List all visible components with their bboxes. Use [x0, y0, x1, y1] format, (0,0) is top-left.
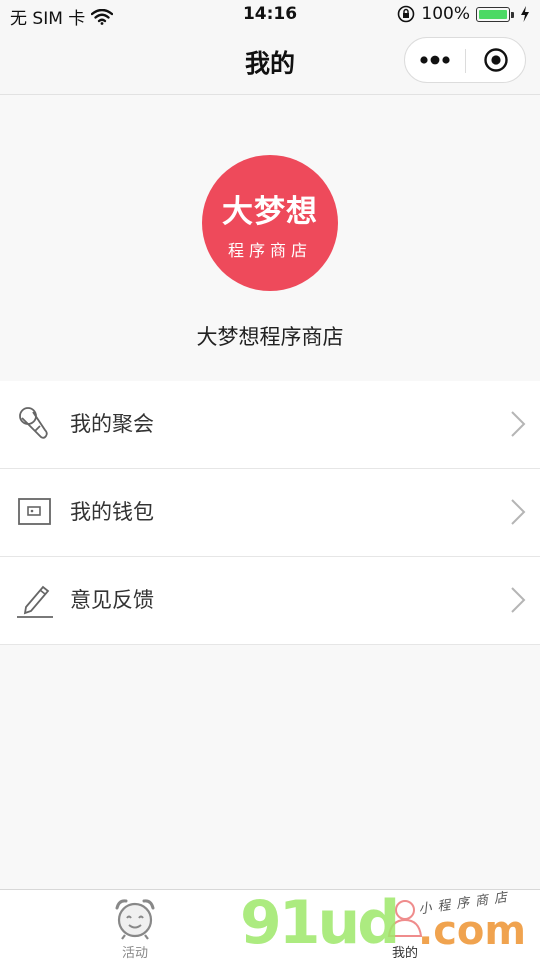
logo-sub-text: 程序商店: [227, 240, 312, 260]
orientation-lock-icon: [398, 5, 415, 23]
menu-item-wallet[interactable]: 我的钱包: [0, 469, 540, 557]
more-dots-icon: [420, 55, 450, 65]
profile-header: 大梦想 程序商店 大梦想程序商店: [0, 95, 540, 380]
menu-item-label: 意见反馈: [70, 588, 154, 612]
battery-icon: [476, 6, 514, 22]
menu-item-label: 我的聚会: [70, 412, 154, 436]
shop-name: 大梦想程序商店: [196, 325, 344, 349]
menu-item-gatherings[interactable]: 我的聚会: [0, 381, 540, 469]
user-icon: [387, 900, 423, 937]
charging-icon: [521, 6, 529, 22]
tab-mine[interactable]: 我的: [345, 890, 465, 961]
tab-label: 活动: [121, 946, 148, 961]
nav-bar: 我的: [0, 32, 540, 95]
close-button[interactable]: [466, 38, 526, 82]
alarm-clock-icon: [115, 899, 155, 940]
logo-main-text: 大梦想: [222, 193, 318, 230]
battery-percent: 100%: [421, 4, 470, 24]
tab-bar: 活动 我的: [0, 889, 540, 961]
battery-fill: [479, 9, 507, 19]
capsule-menu: [404, 37, 526, 83]
chevron-right-icon: [511, 587, 526, 613]
more-button[interactable]: [405, 38, 465, 82]
status-bar: 无 SIM 卡 14:16 100%: [0, 0, 540, 32]
pencil-icon: [17, 585, 53, 618]
status-right: 100%: [397, 4, 530, 24]
chevron-right-icon: [511, 499, 526, 525]
menu-list: 我的聚会 我的钱包 意见反馈: [0, 381, 540, 645]
close-circle-icon: [484, 48, 508, 72]
tab-label: 我的: [391, 946, 418, 961]
microphone-icon: [19, 407, 48, 439]
shop-logo: 大梦想 程序商店: [202, 155, 338, 291]
tab-activity[interactable]: 活动: [75, 890, 195, 961]
chevron-right-icon: [511, 411, 526, 437]
wallet-icon: [18, 498, 51, 525]
menu-item-feedback[interactable]: 意见反馈: [0, 557, 540, 645]
menu-item-label: 我的钱包: [70, 500, 154, 524]
